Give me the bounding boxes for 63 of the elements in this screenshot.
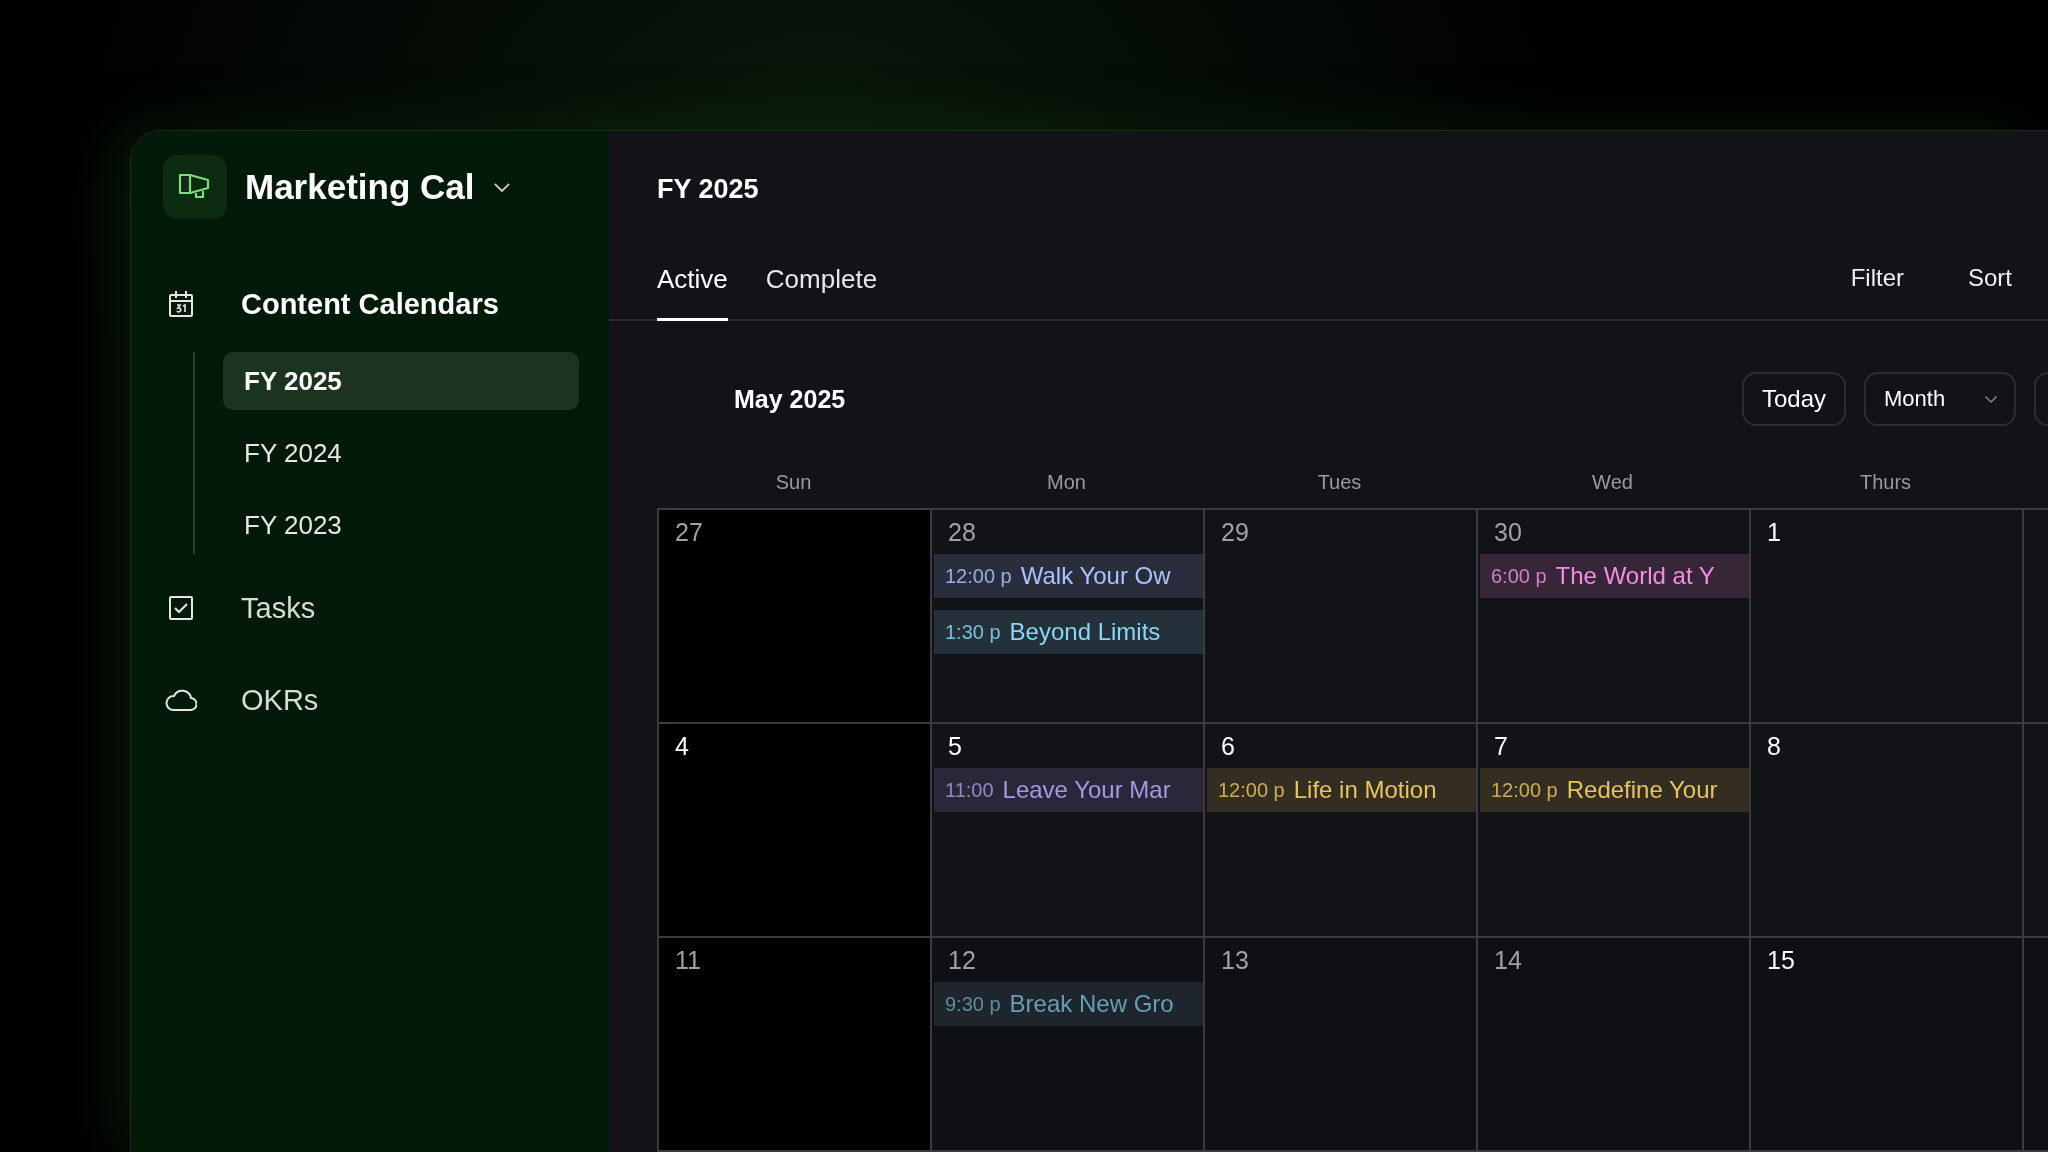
day-number: 11 (674, 946, 702, 976)
event-title: Leave Your Mar (1002, 776, 1171, 804)
sort-button[interactable]: Sort (1968, 237, 2012, 319)
event-chip[interactable]: 12:00 p Walk Your Ow (934, 554, 1203, 598)
page-title: FY 2025 (656, 173, 760, 206)
tab[interactable]: Active (657, 237, 728, 321)
weekday-label: Wed (1591, 470, 1634, 494)
event-time: 6:00 p (1491, 564, 1547, 588)
filter-button[interactable]: Filter (1850, 237, 1904, 319)
event-time: 12:00 p (945, 564, 1012, 588)
event-title: Life in Motion (1293, 776, 1437, 804)
megaphone-icon (163, 155, 227, 219)
event-title: Walk Your Ow (1020, 562, 1171, 590)
view-dropdown[interactable]: Month (1864, 372, 2016, 426)
day-number: 8 (1766, 732, 1782, 762)
event-chip[interactable]: 11:00 Leave Your Mar (934, 768, 1203, 812)
nav-item[interactable]: OKRs (163, 654, 579, 746)
tab[interactable]: Complete (765, 237, 878, 321)
day-number: 29 (1220, 518, 1250, 548)
workspace-switcher[interactable]: Marketing Cal (163, 155, 579, 219)
checkbox-icon (168, 595, 194, 621)
workspace-title: Marketing Cal (245, 167, 475, 207)
weekday-label: Thurs (1858, 470, 1913, 494)
calendar-item[interactable]: FY 2025 (223, 352, 579, 410)
nav-item[interactable]: Tasks (163, 562, 579, 654)
chevron-down-icon (1984, 394, 1998, 404)
event-time: 12:00 p (1218, 778, 1285, 802)
day-number: 14 (1493, 946, 1523, 976)
event-title: The World at Y (1555, 562, 1715, 590)
weekday-label: Mon (1046, 470, 1087, 494)
nav-item[interactable]: Content Calendars (163, 271, 579, 337)
event-chip[interactable]: 1:30 p Beyond Limits (934, 610, 1203, 654)
event-time: 1:30 p (945, 620, 1001, 644)
event-time: 11:00 (945, 778, 994, 802)
calendar-item[interactable]: FY 2023 (223, 496, 579, 554)
calendar-icon (168, 290, 194, 318)
event-time: 9:30 p (945, 992, 1001, 1016)
day-number: 27 (674, 518, 704, 548)
day-number: 7 (1493, 732, 1509, 762)
event-chip[interactable]: 6:00 p The World at Y (1480, 554, 1749, 598)
event-title: Break New Gro (1009, 990, 1174, 1018)
day-number: 13 (1220, 946, 1250, 976)
event-chip[interactable]: 12:00 p Redefine Your (1480, 768, 1749, 812)
calendar-item[interactable]: FY 2024 (223, 424, 579, 482)
weekday-label: Tues (1316, 470, 1363, 494)
event-chip[interactable]: 12:00 p Life in Motion (1207, 768, 1476, 812)
day-number: 28 (947, 518, 977, 548)
day-number: 15 (1766, 946, 1796, 976)
event-title: Beyond Limits (1009, 618, 1161, 646)
weekday-label: Sun (774, 470, 813, 494)
event-time: 12:00 p (1491, 778, 1558, 802)
day-number: 30 (1493, 518, 1523, 548)
day-number: 5 (947, 732, 963, 762)
day-number: 12 (947, 946, 977, 976)
chevron-down-icon (492, 181, 511, 193)
day-number: 4 (674, 732, 690, 762)
cloud-icon (165, 688, 197, 712)
day-number: 1 (1766, 518, 1782, 548)
event-chip[interactable]: 9:30 p Break New Gro (934, 982, 1203, 1026)
event-title: Redefine Your (1566, 776, 1718, 804)
month-label: May 2025 (734, 384, 846, 414)
today-button[interactable]: Today (1741, 372, 1846, 426)
day-number: 6 (1220, 732, 1236, 762)
